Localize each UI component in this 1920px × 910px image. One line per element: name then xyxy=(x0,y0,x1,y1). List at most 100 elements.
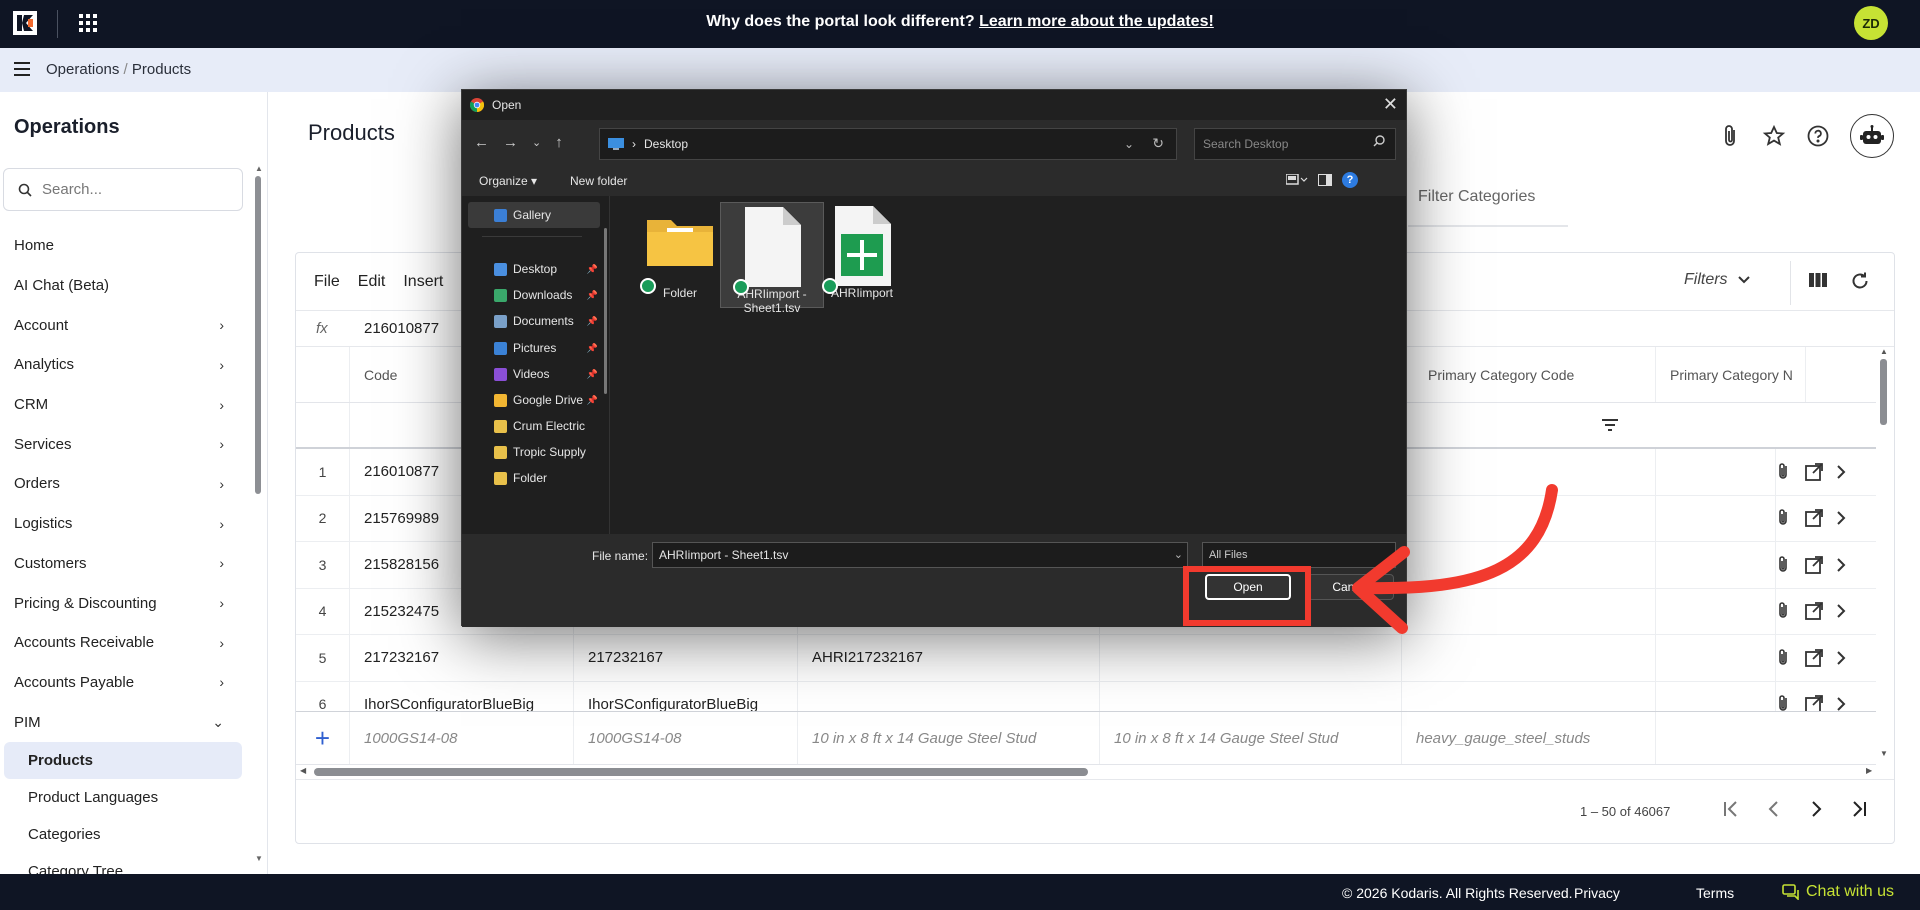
footer-privacy-link[interactable]: Privacy xyxy=(1574,885,1620,901)
dialog-search-input[interactable]: Search Desktop xyxy=(1194,128,1396,160)
sidebar-scrollbar[interactable]: ▲ ▼ xyxy=(254,164,263,864)
columns-icon[interactable] xyxy=(1808,271,1828,289)
footer-terms-link[interactable]: Terms xyxy=(1696,885,1734,901)
refresh-icon[interactable] xyxy=(1850,271,1870,291)
chevron-right-icon[interactable] xyxy=(1836,603,1846,619)
tab-filter-categories[interactable]: Filter Categories xyxy=(1418,188,1535,206)
header-primary-category-name[interactable]: Primary Category N xyxy=(1656,347,1806,402)
dialog-close-icon[interactable]: ✕ xyxy=(1383,94,1398,115)
chat-with-us-button[interactable]: Chat with us xyxy=(1782,883,1894,901)
cell-col6[interactable] xyxy=(1656,588,1776,634)
view-mode-icon[interactable] xyxy=(1286,174,1308,186)
chevron-right-icon[interactable] xyxy=(1836,510,1846,526)
grid-vscroll-thumb[interactable] xyxy=(1880,359,1887,425)
scroll-up-icon[interactable]: ▲ xyxy=(255,164,263,173)
new-row-col2[interactable]: 1000GS14-08 xyxy=(574,712,798,764)
sidebar-search-input[interactable]: Search... xyxy=(3,168,243,211)
dialog-nav-pictures[interactable]: Pictures 📌 xyxy=(468,335,604,361)
filename-input[interactable]: AHRIimport - Sheet1.tsv ⌄ xyxy=(652,542,1188,568)
help-icon[interactable] xyxy=(1806,124,1830,148)
cell-col6[interactable] xyxy=(1656,495,1776,541)
attachment-icon[interactable] xyxy=(1776,648,1792,668)
dialog-nav-tropic-supply[interactable]: Tropic Supply xyxy=(468,439,604,465)
chevron-right-icon[interactable] xyxy=(1836,650,1846,666)
dialog-nav-downloads[interactable]: Downloads 📌 xyxy=(468,282,604,308)
sidebar-item-account[interactable]: Account › xyxy=(0,305,252,345)
attachment-icon[interactable] xyxy=(1776,555,1792,575)
sidebar-item-customers[interactable]: Customers › xyxy=(0,544,252,584)
scroll-down-icon[interactable]: ▼ xyxy=(255,854,263,863)
filename-dropdown-icon[interactable]: ⌄ xyxy=(1174,548,1183,561)
sidebar-item-ai-chat-beta[interactable]: AI Chat (Beta) xyxy=(0,266,252,306)
grid-scroll-up-icon[interactable]: ▲ xyxy=(1880,347,1888,356)
sidebar-item-accounts-receivable[interactable]: Accounts Receivable › xyxy=(0,623,252,663)
dialog-nav-documents[interactable]: Documents 📌 xyxy=(468,308,604,334)
star-icon[interactable] xyxy=(1762,124,1786,148)
up-arrow-icon[interactable]: ↑ xyxy=(555,134,563,151)
attachment-icon[interactable] xyxy=(1720,124,1742,148)
open-external-icon[interactable] xyxy=(1804,601,1824,621)
menu-file[interactable]: File xyxy=(314,273,340,291)
cell-col6[interactable] xyxy=(1656,635,1776,681)
new-row-col3[interactable]: 10 in x 8 ft x 14 Gauge Steel Stud xyxy=(798,712,1100,764)
dialog-nav-google-drive[interactable]: Google Drive 📌 xyxy=(468,387,604,413)
grid-horizontal-scrollbar[interactable]: ◀ ▶ xyxy=(296,765,1894,779)
sidebar-item-pim[interactable]: PIM ⌄ xyxy=(0,702,252,742)
last-page-icon[interactable] xyxy=(1848,800,1868,818)
user-avatar[interactable]: ZD xyxy=(1854,6,1888,40)
attachment-icon[interactable] xyxy=(1776,462,1792,482)
sidebar-item-logistics[interactable]: Logistics › xyxy=(0,504,252,544)
address-refresh-icon[interactable]: ↻ xyxy=(1152,135,1164,152)
file-item-folder[interactable]: Folder xyxy=(628,202,732,308)
add-row-plus-icon[interactable]: + xyxy=(296,712,350,764)
new-row-col5[interactable]: heavy_gauge_steel_studs xyxy=(1402,712,1656,764)
sidebar-item-accounts-payable[interactable]: Accounts Payable › xyxy=(0,663,252,703)
dialog-nav-videos[interactable]: Videos 📌 xyxy=(468,361,604,387)
open-external-icon[interactable] xyxy=(1804,648,1824,668)
cell-col6[interactable] xyxy=(1656,542,1776,588)
cell-col6[interactable] xyxy=(1656,449,1776,495)
forward-arrow-icon[interactable]: → xyxy=(503,134,518,151)
new-row-col4[interactable]: 10 in x 8 ft x 14 Gauge Steel Stud xyxy=(1100,712,1402,764)
address-bar[interactable]: › Desktop ⌄ ↻ xyxy=(599,128,1177,160)
sidebar-item-services[interactable]: Services › xyxy=(0,424,252,464)
banner-learn-more-link[interactable]: Learn more about the updates! xyxy=(979,13,1214,30)
sidebar-item-crm[interactable]: CRM › xyxy=(0,385,252,425)
new-folder-button[interactable]: New folder xyxy=(570,174,627,188)
first-page-icon[interactable] xyxy=(1722,800,1742,818)
filters-dropdown[interactable]: Filters xyxy=(1684,271,1750,289)
organize-menu[interactable]: Organize ▾ xyxy=(479,174,537,188)
chevron-right-icon[interactable] xyxy=(1836,557,1846,573)
open-external-icon[interactable] xyxy=(1804,555,1824,575)
dialog-nav-gallery[interactable]: Gallery xyxy=(468,202,600,228)
dialog-nav-desktop[interactable]: Desktop 📌 xyxy=(468,256,604,282)
attachment-icon[interactable] xyxy=(1776,601,1792,621)
chevron-right-icon[interactable] xyxy=(1836,464,1846,480)
sidebar-subitem-products[interactable]: Products xyxy=(4,741,242,779)
grid-scroll-right-icon[interactable]: ▶ xyxy=(1866,766,1872,775)
grid-hscroll-thumb[interactable] xyxy=(314,768,1088,776)
menu-edit[interactable]: Edit xyxy=(358,273,386,291)
new-row-code[interactable]: 1000GS14-08 xyxy=(350,712,574,764)
open-external-icon[interactable] xyxy=(1804,462,1824,482)
next-page-icon[interactable] xyxy=(1806,800,1826,818)
cell-code[interactable]: 217232167 xyxy=(350,635,574,681)
ai-assistant-button[interactable] xyxy=(1850,114,1894,158)
sidebar-subitem-product-languages[interactable]: Product Languages xyxy=(0,779,252,816)
sidebar-subitem-categories[interactable]: Categories xyxy=(0,816,252,853)
breadcrumb-operations[interactable]: Operations xyxy=(46,61,119,78)
recent-dropdown-icon[interactable]: ⌄ xyxy=(532,134,541,151)
cell-col2[interactable]: 217232167 xyxy=(574,635,798,681)
header-primary-category-code[interactable]: Primary Category Code xyxy=(1414,347,1656,402)
formula-input[interactable]: 216010877 xyxy=(364,320,439,337)
hamburger-menu-icon[interactable] xyxy=(14,62,30,76)
address-dropdown-icon[interactable]: ⌄ xyxy=(1124,137,1134,151)
grid-scroll-left-icon[interactable]: ◀ xyxy=(300,766,306,775)
sidebar-item-orders[interactable]: Orders › xyxy=(0,464,252,504)
table-row[interactable]: 5 217232167 217232167 AHRI217232167 xyxy=(296,635,1876,682)
attachment-icon[interactable] xyxy=(1776,508,1792,528)
back-arrow-icon[interactable]: ← xyxy=(474,134,489,151)
open-external-icon[interactable] xyxy=(1804,508,1824,528)
sidebar-item-analytics[interactable]: Analytics › xyxy=(0,345,252,385)
file-item-tsv[interactable]: AHRIimport - Sheet1.tsv xyxy=(720,202,824,315)
